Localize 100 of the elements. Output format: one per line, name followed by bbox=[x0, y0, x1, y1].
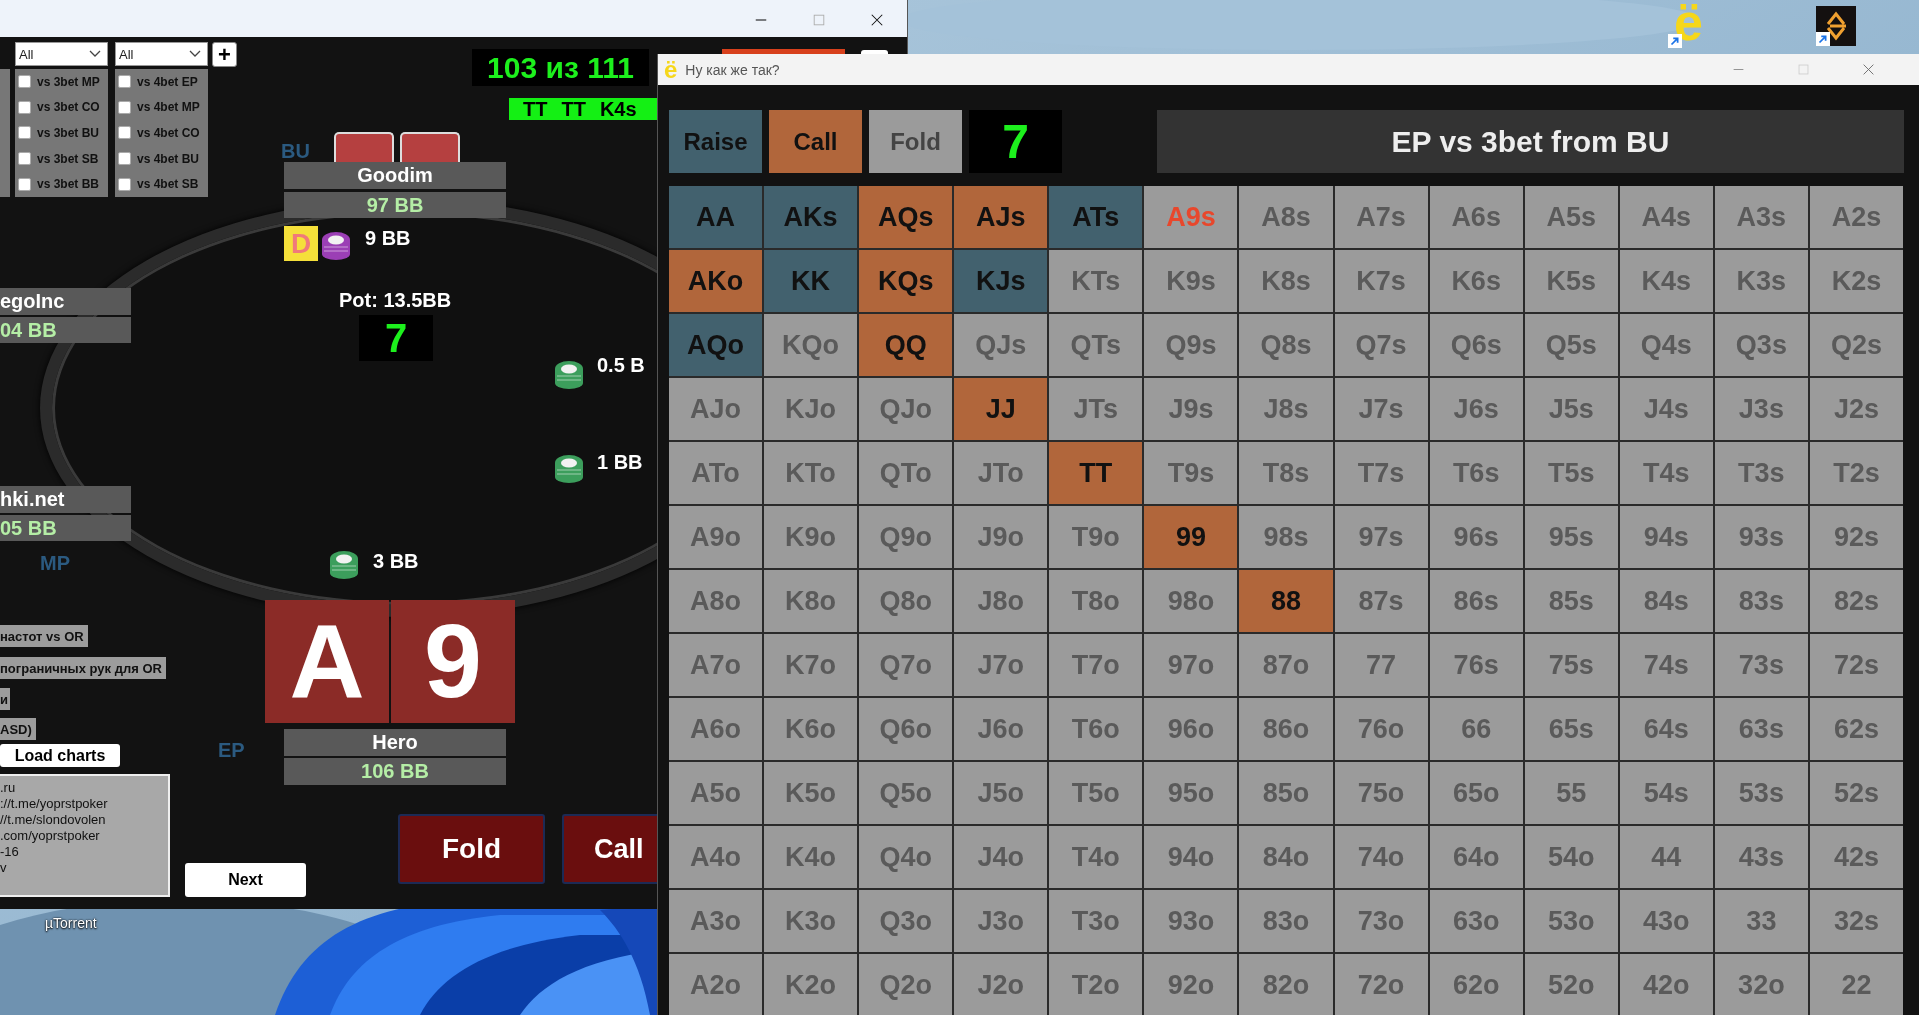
hand-cell[interactable]: T8s bbox=[1239, 442, 1333, 504]
checkbox[interactable] bbox=[118, 152, 131, 166]
hand-cell[interactable]: 55 bbox=[1524, 762, 1618, 824]
hand-cell[interactable]: QTs bbox=[1049, 314, 1143, 376]
hand-cell[interactable]: Q8o bbox=[859, 570, 953, 632]
hand-cell[interactable]: A4s bbox=[1619, 186, 1713, 248]
toggle-button[interactable] bbox=[861, 50, 888, 54]
hand-cell[interactable]: A8o bbox=[669, 570, 763, 632]
hand-cell[interactable]: KQs bbox=[859, 250, 953, 312]
hand-cell[interactable]: 66 bbox=[1429, 698, 1523, 760]
action-button[interactable]: Fold bbox=[398, 814, 545, 884]
hand-cell[interactable]: ATs bbox=[1049, 186, 1143, 248]
hand-cell[interactable]: T7s bbox=[1334, 442, 1428, 504]
hand-cell[interactable]: T7o bbox=[1049, 634, 1143, 696]
hand-cell[interactable]: K5o bbox=[764, 762, 858, 824]
checkbox[interactable] bbox=[18, 152, 31, 166]
hand-cell[interactable]: A6o bbox=[669, 698, 763, 760]
hand-cell[interactable]: K3s bbox=[1714, 250, 1808, 312]
hand-cell[interactable]: K6o bbox=[764, 698, 858, 760]
hand-cell[interactable]: KTo bbox=[764, 442, 858, 504]
hand-cell[interactable]: Q5s bbox=[1524, 314, 1618, 376]
hand-cell[interactable]: A6s bbox=[1429, 186, 1523, 248]
hand-cell[interactable]: K4s bbox=[1619, 250, 1713, 312]
hand-cell[interactable]: 83o bbox=[1239, 890, 1333, 952]
hand-cell[interactable]: 43o bbox=[1619, 890, 1713, 952]
checkbox[interactable] bbox=[118, 126, 131, 140]
hand-cell[interactable]: TT bbox=[1049, 442, 1143, 504]
hand-cell[interactable]: KTs bbox=[1049, 250, 1143, 312]
hand-cell[interactable]: AKs bbox=[764, 186, 858, 248]
hand-cell[interactable]: J8o bbox=[954, 570, 1048, 632]
hand-cell[interactable]: A5o bbox=[669, 762, 763, 824]
hand-cell[interactable]: 98s bbox=[1239, 506, 1333, 568]
hand-cell[interactable]: 95s bbox=[1524, 506, 1618, 568]
hand-cell[interactable]: J5s bbox=[1524, 378, 1618, 440]
option-label[interactable]: ASD) bbox=[0, 718, 36, 740]
hand-cell[interactable]: KK bbox=[764, 250, 858, 312]
hand-cell[interactable]: 43s bbox=[1714, 826, 1808, 888]
checkbox[interactable] bbox=[118, 177, 131, 191]
hand-cell[interactable]: T9s bbox=[1144, 442, 1238, 504]
hand-cell[interactable]: J6s bbox=[1429, 378, 1523, 440]
hand-cell[interactable]: 98o bbox=[1144, 570, 1238, 632]
hand-cell[interactable]: K3o bbox=[764, 890, 858, 952]
hand-cell[interactable]: 93o bbox=[1144, 890, 1238, 952]
hand-cell[interactable]: 83s bbox=[1714, 570, 1808, 632]
hand-cell[interactable]: 87o bbox=[1239, 634, 1333, 696]
hand-cell[interactable]: 63o bbox=[1429, 890, 1523, 952]
hand-cell[interactable]: AA bbox=[669, 186, 763, 248]
dropdown[interactable]: All bbox=[115, 42, 208, 66]
hand-cell[interactable]: 84s bbox=[1619, 570, 1713, 632]
hand-cell[interactable]: Q6o bbox=[859, 698, 953, 760]
hand-cell[interactable]: J4o bbox=[954, 826, 1048, 888]
hand-cell[interactable]: 22 bbox=[1809, 954, 1903, 1015]
hand-cell[interactable]: J7s bbox=[1334, 378, 1428, 440]
hand-cell[interactable]: T4s bbox=[1619, 442, 1713, 504]
hand-cell[interactable]: KQo bbox=[764, 314, 858, 376]
hand-cell[interactable]: A8s bbox=[1239, 186, 1333, 248]
hand-cell[interactable]: K8o bbox=[764, 570, 858, 632]
hand-cell[interactable]: J2o bbox=[954, 954, 1048, 1015]
dropdown[interactable]: All bbox=[15, 42, 108, 66]
hand-cell[interactable]: 53o bbox=[1524, 890, 1618, 952]
hand-cell[interactable]: 64s bbox=[1619, 698, 1713, 760]
hand-cell[interactable]: 96s bbox=[1429, 506, 1523, 568]
hand-cell[interactable]: J9s bbox=[1144, 378, 1238, 440]
hand-cell[interactable]: 42s bbox=[1809, 826, 1903, 888]
hand-cell[interactable]: T6o bbox=[1049, 698, 1143, 760]
hand-cell[interactable]: 74s bbox=[1619, 634, 1713, 696]
hand-cell[interactable]: K2s bbox=[1809, 250, 1903, 312]
hand-cell[interactable]: 85o bbox=[1239, 762, 1333, 824]
desktop-icon-label[interactable]: µTorrent bbox=[45, 915, 97, 931]
hand-cell[interactable]: T6s bbox=[1429, 442, 1523, 504]
hand-cell[interactable]: 73o bbox=[1334, 890, 1428, 952]
hand-cell[interactable]: 93s bbox=[1714, 506, 1808, 568]
hand-cell[interactable]: T5s bbox=[1524, 442, 1618, 504]
hand-cell[interactable]: 86s bbox=[1429, 570, 1523, 632]
add-button[interactable]: + bbox=[212, 42, 237, 67]
hand-cell[interactable]: 85s bbox=[1524, 570, 1618, 632]
hand-cell[interactable]: 65o bbox=[1429, 762, 1523, 824]
checkbox[interactable] bbox=[118, 100, 131, 114]
hand-cell[interactable]: QJs bbox=[954, 314, 1048, 376]
hand-cell[interactable]: K5s bbox=[1524, 250, 1618, 312]
hand-cell[interactable]: 53s bbox=[1714, 762, 1808, 824]
hand-cell[interactable]: A7s bbox=[1334, 186, 1428, 248]
hand-cell[interactable]: Q2o bbox=[859, 954, 953, 1015]
hand-cell[interactable]: 65s bbox=[1524, 698, 1618, 760]
hand-cell[interactable]: 75s bbox=[1524, 634, 1618, 696]
hand-cell[interactable]: 62s bbox=[1809, 698, 1903, 760]
hand-cell[interactable]: AQo bbox=[669, 314, 763, 376]
hand-cell[interactable]: J3s bbox=[1714, 378, 1808, 440]
hand-cell[interactable]: 94s bbox=[1619, 506, 1713, 568]
hand-cell[interactable]: K2o bbox=[764, 954, 858, 1015]
hand-cell[interactable]: Q9s bbox=[1144, 314, 1238, 376]
hand-cell[interactable]: 62o bbox=[1429, 954, 1523, 1015]
option-label[interactable]: настот vs OR bbox=[0, 625, 88, 647]
hand-cell[interactable]: T9o bbox=[1049, 506, 1143, 568]
hand-cell[interactable]: AJo bbox=[669, 378, 763, 440]
hand-cell[interactable]: A7o bbox=[669, 634, 763, 696]
hand-cell[interactable]: Q3s bbox=[1714, 314, 1808, 376]
checkbox[interactable] bbox=[18, 100, 31, 114]
hand-cell[interactable]: Q3o bbox=[859, 890, 953, 952]
hand-cell[interactable]: T3s bbox=[1714, 442, 1808, 504]
